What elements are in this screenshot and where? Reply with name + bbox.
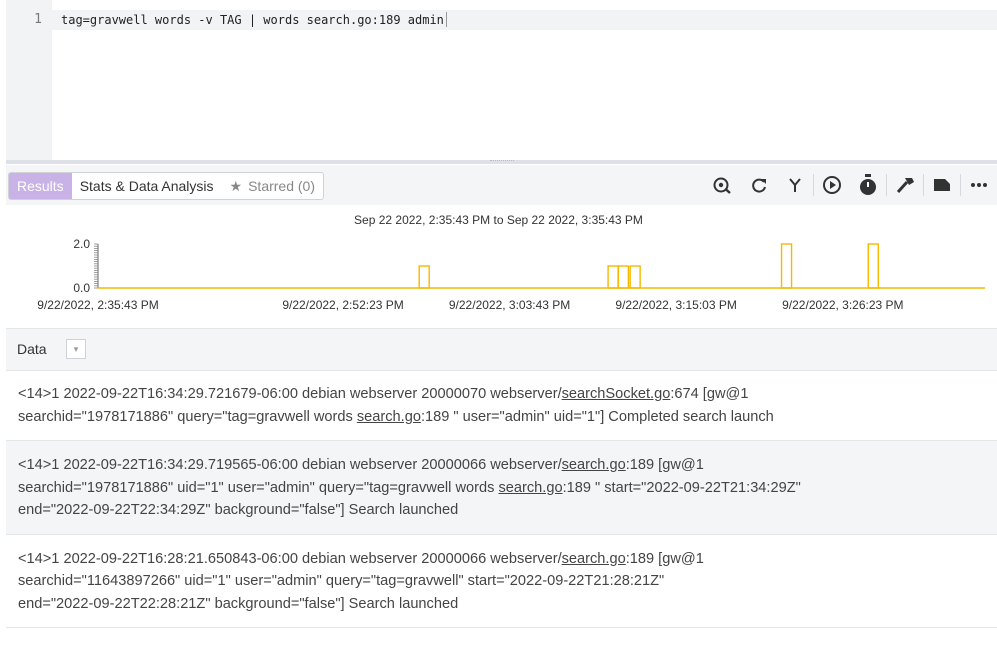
entry-link[interactable]: search.go [562, 457, 626, 473]
tab-starred-label: Starred (0) [248, 178, 316, 194]
x-tick-label: 9/22/2022, 2:35:43 PM [37, 298, 158, 312]
entry-text: <14>1 2022-09-22T16:34:29.721679-06:00 d… [18, 386, 562, 402]
timer-icon[interactable] [850, 165, 886, 205]
scope-search-icon[interactable] [705, 165, 741, 205]
entry-link[interactable]: search.go [498, 480, 562, 496]
chart-bar [607, 265, 619, 289]
chart-bar [780, 243, 793, 289]
play-icon[interactable] [814, 165, 850, 205]
chart-bar [617, 265, 630, 289]
x-tick-label: 9/22/2022, 2:52:23 PM [282, 298, 403, 312]
fork-icon[interactable] [777, 165, 813, 205]
line-gutter: 1 [6, 0, 52, 160]
renderer-dropdown[interactable]: ▾ [66, 339, 86, 359]
entry-text: :189 [gw@1 [625, 457, 704, 473]
entry-text: :189 [gw@1 [625, 550, 704, 567]
more-icon[interactable] [961, 165, 997, 205]
entry-link[interactable]: search.go [357, 409, 421, 425]
query-text[interactable]: tag=gravwell words -v TAG | words search… [61, 12, 447, 27]
tab-results[interactable]: Results [9, 173, 72, 199]
star-icon: ★ [229, 178, 243, 194]
results-tabs: Results Stats & Data Analysis ★ Starred … [8, 172, 325, 200]
toolbar-icons [705, 165, 997, 205]
query-string[interactable]: tag=gravwell words -v TAG | words search… [61, 13, 444, 27]
chart-bar [418, 265, 430, 289]
hammer-icon[interactable] [887, 165, 923, 205]
entry-text: <14>1 2022-09-22T16:28:21.650843-06:00 d… [18, 550, 562, 567]
chart-bar [629, 265, 641, 289]
entry-text: :189 " start="2022-09-22T21:34:29Z" [562, 479, 801, 496]
entry-text: searchid="11643897266" uid="1" user="adm… [18, 573, 665, 589]
overview-chart[interactable]: 2.0 0.0 9/22/2022, 2:35:43 PM 9/22/2022, 2:… [0, 236, 997, 322]
entry-text: searchid="1978171886" query="tag=gravwel… [18, 408, 357, 425]
line-number: 1 [34, 12, 42, 27]
list-item[interactable]: <14>1 2022-09-22T16:34:29.719565-06:00 d… [6, 441, 997, 535]
tab-stats[interactable]: Stats & Data Analysis [72, 173, 222, 199]
data-section-header: Data ▾ [6, 328, 997, 371]
results-list: <14>1 2022-09-22T16:34:29.721679-06:00 d… [6, 370, 997, 628]
entry-text: <14>1 2022-09-22T16:34:29.719565-06:00 d… [18, 457, 562, 473]
entry-link[interactable]: searchSocket.go [562, 386, 671, 402]
entry-text: end="2022-09-22T22:34:29Z" background="f… [18, 502, 459, 518]
chart-title: Sep 22 2022, 2:35:43 PM to Sep 22 2022, … [354, 213, 643, 227]
y-tick-label: 0.0 [73, 281, 90, 295]
list-item[interactable]: <14>1 2022-09-22T16:28:21.650843-06:00 d… [6, 535, 997, 628]
list-item[interactable]: <14>1 2022-09-22T16:34:29.721679-06:00 d… [6, 370, 997, 441]
x-tick-label: 9/22/2022, 3:15:03 PM [615, 298, 736, 312]
y-tick-label: 2.0 [73, 237, 90, 251]
refresh-icon[interactable] [741, 165, 777, 205]
entry-text: :189 " user="admin" uid="1"] Completed s… [420, 408, 774, 425]
resize-grip[interactable] [490, 160, 514, 163]
x-tick-label: 9/22/2022, 3:26:23 PM [782, 298, 903, 312]
x-tick-label: 9/22/2022, 3:03:43 PM [449, 298, 570, 312]
chart-bar [867, 243, 879, 289]
label-icon[interactable] [924, 165, 960, 205]
entry-text: searchid="1978171886" uid="1" user="admi… [18, 479, 499, 496]
query-editor[interactable]: 1 tag=gravwell words -v TAG | words sear… [6, 0, 997, 160]
results-toolbar: Results Stats & Data Analysis ★ Starred … [6, 165, 997, 205]
tab-starred[interactable]: ★ Starred (0) [222, 173, 323, 199]
data-section-label: Data [17, 341, 47, 357]
text-cursor [445, 12, 447, 27]
entry-link[interactable]: search.go [562, 551, 626, 567]
entry-text: :674 [gw@1 [670, 386, 749, 402]
entry-text: end="2022-09-22T22:28:21Z" background="f… [18, 595, 459, 612]
